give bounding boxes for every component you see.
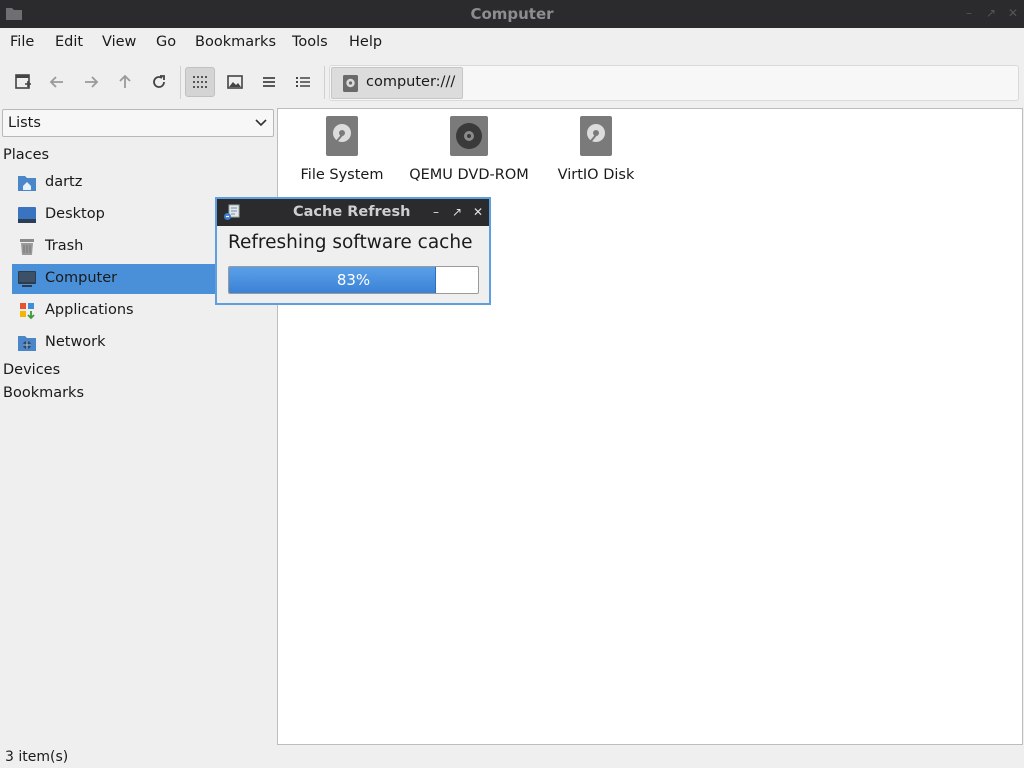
close-icon[interactable]: ✕ — [1006, 6, 1020, 20]
sidebar-item-label: dartz — [45, 174, 83, 190]
applications-icon — [20, 303, 35, 320]
progress-bar: 83% — [228, 266, 479, 294]
icon-view-icon — [193, 76, 207, 88]
thumbnail-view-icon — [227, 75, 243, 89]
trash-icon — [20, 239, 34, 255]
menu-view[interactable]: View — [102, 34, 136, 50]
cache-refresh-dialog[interactable]: Cache Refresh – ↗ ✕ Refreshing software … — [215, 197, 491, 305]
home-folder-icon — [18, 176, 36, 191]
toolbar: computer:/// — [0, 58, 1024, 106]
menu-edit[interactable]: Edit — [55, 34, 83, 50]
dialog-title: Cache Refresh — [293, 204, 411, 220]
file-item-label: QEMU DVD-ROM — [409, 167, 529, 183]
compact-view-button[interactable] — [254, 67, 284, 97]
sidebar-mode-value: Lists — [8, 115, 41, 131]
toolbar-separator — [180, 66, 181, 99]
desktop-icon — [18, 207, 36, 223]
detailed-list-button[interactable] — [288, 67, 318, 97]
status-bar: 3 item(s) — [0, 746, 1024, 768]
back-button[interactable] — [42, 67, 72, 97]
minimize-icon[interactable]: – — [429, 205, 443, 219]
dialog-message: Refreshing software cache — [228, 232, 473, 253]
sidebar-item-applications[interactable]: Applications — [12, 296, 220, 326]
window-titlebar[interactable]: Computer – ↗ ✕ — [0, 0, 1024, 28]
toolbar-separator — [324, 66, 325, 99]
sidebar-mode-select[interactable]: Lists — [2, 109, 274, 137]
chevron-down-icon — [255, 119, 267, 127]
places-header[interactable]: Places — [3, 147, 49, 163]
harddisk-icon — [326, 116, 358, 156]
dialog-titlebar[interactable]: Cache Refresh – ↗ ✕ — [217, 199, 489, 226]
location-crumb[interactable]: computer:/// — [331, 67, 463, 99]
sidebar-item-computer[interactable]: Computer — [12, 264, 220, 294]
icon-view-button[interactable] — [185, 67, 215, 97]
thumbnail-view-button[interactable] — [220, 67, 250, 97]
location-path: computer:/// — [366, 74, 456, 90]
maximize-icon[interactable]: ↗ — [984, 6, 998, 20]
progress-label: 83% — [336, 271, 371, 289]
forward-icon — [85, 76, 99, 88]
menu-tools[interactable]: Tools — [292, 34, 328, 50]
sidebar-item-label: Network — [45, 334, 106, 350]
computer-icon — [18, 271, 36, 287]
harddisk-icon — [343, 75, 358, 92]
menu-file[interactable]: File — [10, 34, 34, 50]
close-icon[interactable]: ✕ — [471, 205, 485, 219]
detailed-list-icon — [296, 77, 310, 87]
file-item-virtio-disk[interactable]: VirtIO Disk — [531, 115, 661, 183]
back-icon — [49, 76, 63, 88]
devices-header[interactable]: Devices — [3, 362, 60, 378]
sidebar-item-label: Applications — [45, 302, 134, 318]
minimize-icon[interactable]: – — [962, 6, 976, 20]
sidebar-item-label: Trash — [45, 238, 84, 254]
harddisk-icon — [580, 116, 612, 156]
sidebar-item-network[interactable]: Network — [12, 328, 220, 358]
menubar: File Edit View Go Bookmarks Tools Help — [0, 28, 1024, 58]
reload-button[interactable] — [144, 67, 174, 97]
up-icon — [119, 74, 131, 88]
sidebar-item-desktop[interactable]: Desktop — [12, 200, 220, 230]
location-bar[interactable]: computer:/// — [329, 65, 1019, 101]
new-tab-button[interactable] — [8, 67, 38, 97]
optical-drive-icon — [450, 116, 488, 156]
maximize-icon[interactable]: ↗ — [450, 205, 464, 219]
sidebar-item-dartz[interactable]: dartz — [12, 168, 220, 198]
compact-view-icon — [263, 77, 275, 87]
menu-bookmarks[interactable]: Bookmarks — [195, 34, 276, 50]
new-tab-icon — [15, 74, 31, 89]
reload-icon — [153, 75, 165, 88]
window-title: Computer — [470, 5, 554, 23]
forward-button[interactable] — [76, 67, 106, 97]
bookmarks-header[interactable]: Bookmarks — [3, 385, 84, 401]
up-button[interactable] — [110, 67, 140, 97]
file-item-file-system[interactable]: File System — [277, 115, 407, 183]
menu-go[interactable]: Go — [156, 34, 176, 50]
network-folder-icon — [18, 336, 36, 351]
file-item-label: File System — [300, 167, 384, 183]
package-update-icon — [224, 204, 240, 220]
file-item-qemu-dvd-rom[interactable]: QEMU DVD-ROM — [404, 115, 534, 183]
file-item-label: VirtIO Disk — [557, 167, 635, 183]
menu-help[interactable]: Help — [349, 34, 382, 50]
item-count: 3 item(s) — [5, 749, 69, 765]
sidebar-item-label: Desktop — [45, 206, 105, 222]
sidebar-item-label: Computer — [45, 270, 118, 286]
sidebar-item-trash[interactable]: Trash — [12, 232, 220, 262]
